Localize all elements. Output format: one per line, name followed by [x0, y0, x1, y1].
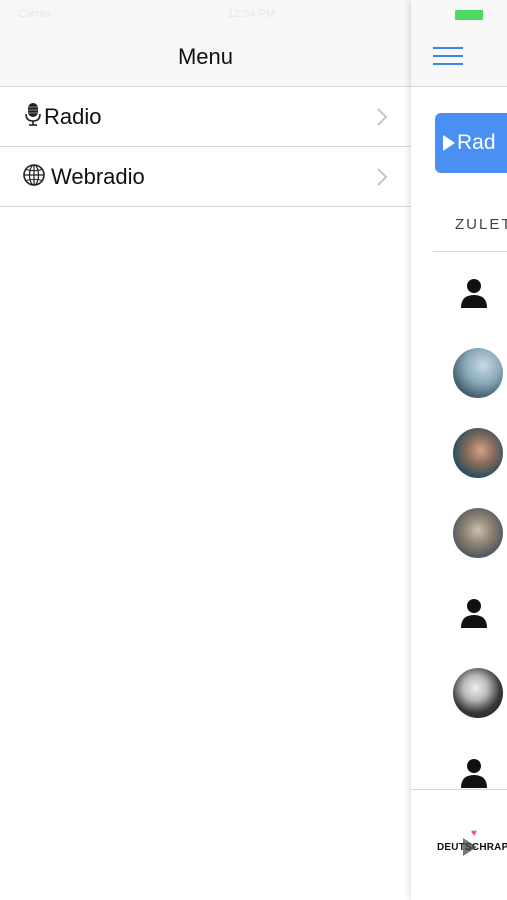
battery-icon	[455, 10, 483, 20]
section-header: ZULET	[455, 216, 507, 233]
person-icon[interactable]	[457, 276, 491, 310]
side-menu: Carrier 12:34 PM Menu Radio Webradio	[0, 0, 411, 900]
avatar[interactable]	[453, 348, 503, 398]
person-icon[interactable]	[457, 756, 491, 790]
menu-item-label: Radio	[44, 104, 102, 129]
mini-player-bar[interactable]: ♥ DEUTSCHRAP	[411, 789, 507, 900]
menu-title: Menu	[177, 44, 234, 69]
main-navigation-bar	[411, 0, 507, 87]
status-carrier: Carrier	[18, 8, 52, 20]
menu-item-webradio[interactable]: Webradio	[0, 147, 411, 207]
play-icon	[443, 135, 455, 151]
main-content-panel: Rad ZULET ♥ DEUTSCHRAP	[411, 0, 507, 900]
avatar[interactable]	[453, 508, 503, 558]
microphone-icon	[22, 103, 44, 127]
menu-item-radio[interactable]: Radio	[0, 87, 411, 147]
play-icon[interactable]	[463, 838, 477, 856]
avatar[interactable]	[453, 428, 503, 478]
play-radio-button[interactable]: Rad	[435, 113, 507, 173]
chevron-right-icon	[376, 107, 388, 127]
section-divider	[433, 251, 507, 252]
globe-icon	[22, 163, 45, 187]
status-time: 12:34 PM	[228, 8, 276, 20]
menu-navigation-bar: Carrier 12:34 PM Menu	[0, 0, 411, 87]
person-icon[interactable]	[457, 596, 491, 630]
hamburger-menu-icon[interactable]	[433, 47, 463, 67]
chevron-right-icon	[376, 167, 388, 187]
play-radio-label: Rad	[457, 131, 496, 154]
station-logo: ♥ DEUTSCHRAP	[437, 828, 507, 868]
avatar[interactable]	[453, 668, 503, 718]
app-screen: Carrier 12:34 PM Menu Radio Webradio Rad…	[0, 0, 507, 900]
menu-item-label: Webradio	[51, 164, 145, 189]
